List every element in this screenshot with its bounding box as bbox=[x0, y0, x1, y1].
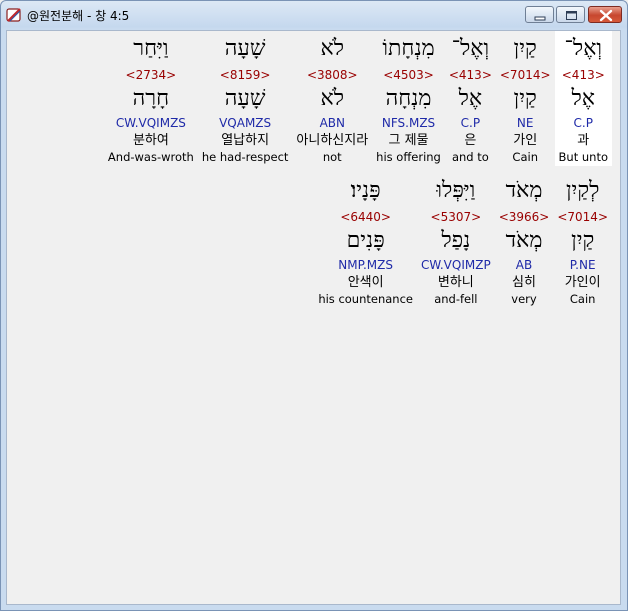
parsing-code: NMP.MZS bbox=[338, 258, 393, 272]
word-cell[interactable]: מִנְחָתוֹ <4503> מִנְחָה NFS.MZS 그 제물 hi… bbox=[372, 31, 445, 166]
lexical-form: נָפַל bbox=[441, 228, 471, 253]
word-cell[interactable]: לְקַיִן <7014> קַיִן P.NE 가인이 Cain bbox=[553, 173, 612, 308]
app-window: @원전분해 - 창 4:5 וְאֶל־ <413> אֶל C.P 과 But… bbox=[0, 0, 628, 611]
parsing-code: C.P bbox=[573, 116, 593, 130]
english-gloss: But unto bbox=[558, 150, 608, 164]
parsing-code: NFS.MZS bbox=[381, 116, 436, 130]
strong-number[interactable]: <413> bbox=[449, 67, 492, 83]
english-gloss: and to bbox=[451, 150, 489, 164]
english-gloss: and-fell bbox=[434, 292, 478, 306]
hebrew-word: קַיִן bbox=[513, 36, 537, 61]
korean-gloss: 변하니 bbox=[437, 275, 474, 290]
hebrew-word: לֹא bbox=[320, 36, 345, 61]
korean-gloss: 안색이 bbox=[347, 275, 384, 290]
pen-scroll-icon[interactable] bbox=[5, 6, 23, 24]
english-gloss: Cain bbox=[569, 292, 596, 306]
word-cell[interactable]: וְאֶל־ <413> אֶל C.P 은 and to bbox=[445, 31, 496, 166]
hebrew-word: לְקַיִן bbox=[565, 178, 600, 203]
title-bar[interactable]: @원전분해 - 창 4:5 bbox=[1, 1, 627, 29]
english-gloss: And-was-wroth bbox=[107, 150, 194, 164]
lexical-form: אֶל bbox=[458, 86, 483, 111]
hebrew-word: מְאֹד bbox=[505, 178, 543, 203]
parsing-code: ABN bbox=[319, 116, 345, 130]
parsing-code: VQAMZS bbox=[219, 116, 272, 130]
korean-gloss: 과 bbox=[577, 133, 590, 148]
lexical-form: קַיִן bbox=[513, 86, 537, 111]
lexical-form: מְאֹד bbox=[505, 228, 543, 253]
strong-number[interactable]: <7014> bbox=[557, 209, 608, 225]
parsing-code: NE bbox=[516, 116, 534, 130]
minimize-button[interactable] bbox=[525, 6, 554, 23]
hebrew-word: וְאֶל־ bbox=[564, 36, 603, 61]
hebrew-word: וַיִּפְּלוּ bbox=[436, 178, 476, 203]
korean-gloss: 가인이 bbox=[564, 275, 601, 290]
strong-number[interactable]: <3808> bbox=[307, 67, 358, 83]
hebrew-word: פָּנָיו׃ bbox=[350, 178, 381, 203]
strong-number[interactable]: <8159> bbox=[220, 67, 271, 83]
english-gloss: his countenance bbox=[318, 292, 413, 306]
parsing-code: P.NE bbox=[569, 258, 596, 272]
maximize-icon bbox=[566, 11, 577, 20]
korean-gloss: 아니하신지라 bbox=[296, 133, 369, 148]
korean-gloss: 열납하지 bbox=[221, 133, 270, 148]
minimize-icon bbox=[534, 16, 546, 21]
parsing-code: C.P bbox=[460, 116, 481, 130]
hebrew-word: וַיִּחַר bbox=[133, 36, 169, 61]
strong-number[interactable]: <3966> bbox=[499, 209, 550, 225]
word-cell[interactable]: לֹא <3808> לֹא ABN 아니하신지라 not bbox=[292, 31, 372, 166]
close-button[interactable] bbox=[588, 6, 622, 23]
word-cell[interactable]: וַיִּפְּלוּ <5307> נָפַל CW.VQIMZP 변하니 a… bbox=[417, 173, 495, 308]
lexical-form: פָּנִים bbox=[346, 228, 385, 253]
interlinear-panel: וְאֶל־ <413> אֶל C.P 과 But unto קַיִן <7… bbox=[6, 30, 621, 605]
word-cell[interactable]: שָׁעָה <8159> שָׁעָה VQAMZS 열납하지 he had-… bbox=[198, 31, 293, 166]
strong-number[interactable]: <2734> bbox=[126, 67, 177, 83]
parsing-code: AB bbox=[515, 258, 533, 272]
korean-gloss: 가인 bbox=[513, 133, 538, 148]
lexical-form: מִנְחָה bbox=[385, 86, 432, 111]
english-gloss: he had-respect bbox=[201, 150, 289, 164]
korean-gloss: 심히 bbox=[512, 275, 536, 290]
hebrew-word: שָׁעָה bbox=[224, 36, 266, 61]
hebrew-word: מִנְחָתוֹ bbox=[382, 36, 435, 61]
strong-number[interactable]: <6440> bbox=[340, 209, 391, 225]
strong-number[interactable]: <5307> bbox=[431, 209, 482, 225]
word-cell[interactable]: פָּנָיו׃ <6440> פָּנִים NMP.MZS 안색이 his … bbox=[314, 173, 417, 308]
word-cell[interactable]: קַיִן <7014> קַיִן NE 가인 Cain bbox=[496, 31, 555, 166]
lexical-form: אֶל bbox=[571, 86, 596, 111]
parsing-code: CW.VQIMZP bbox=[421, 258, 491, 272]
strong-number[interactable]: <7014> bbox=[500, 67, 551, 83]
english-gloss: his offering bbox=[376, 150, 441, 164]
word-cell[interactable]: מְאֹד <3966> מְאֹד AB 심히 very bbox=[495, 173, 554, 308]
lexical-form: חָרָה bbox=[132, 86, 170, 111]
lexical-form: לֹא bbox=[320, 86, 345, 111]
word-cell[interactable]: וַיִּחַר <2734> חָרָה CW.VQIMZS 분하여 And-… bbox=[104, 31, 198, 166]
lexical-form: קַיִן bbox=[571, 228, 595, 253]
window-title: @원전분해 - 창 4:5 bbox=[27, 9, 130, 23]
parsing-code: CW.VQIMZS bbox=[115, 116, 186, 130]
strong-number[interactable]: <413> bbox=[562, 67, 605, 83]
word-cell[interactable]: וְאֶל־ <413> אֶל C.P 과 But unto bbox=[554, 31, 612, 166]
close-icon bbox=[599, 9, 613, 22]
english-gloss: not bbox=[322, 150, 342, 164]
korean-gloss: 분하여 bbox=[132, 133, 169, 148]
english-gloss: Cain bbox=[512, 150, 538, 164]
verse-line-2: לְקַיִן <7014> קַיִן P.NE 가인이 Cain מְאֹד… bbox=[314, 173, 612, 308]
strong-number[interactable]: <4503> bbox=[383, 67, 434, 83]
maximize-button[interactable] bbox=[556, 6, 585, 23]
english-gloss: very bbox=[511, 292, 537, 306]
korean-gloss: 은 bbox=[464, 133, 477, 148]
verse-line-1: וְאֶל־ <413> אֶל C.P 과 But unto קַיִן <7… bbox=[104, 31, 612, 166]
lexical-form: שָׁעָה bbox=[224, 86, 266, 111]
korean-gloss: 그 제물 bbox=[388, 133, 429, 148]
hebrew-word: וְאֶל־ bbox=[451, 36, 490, 61]
